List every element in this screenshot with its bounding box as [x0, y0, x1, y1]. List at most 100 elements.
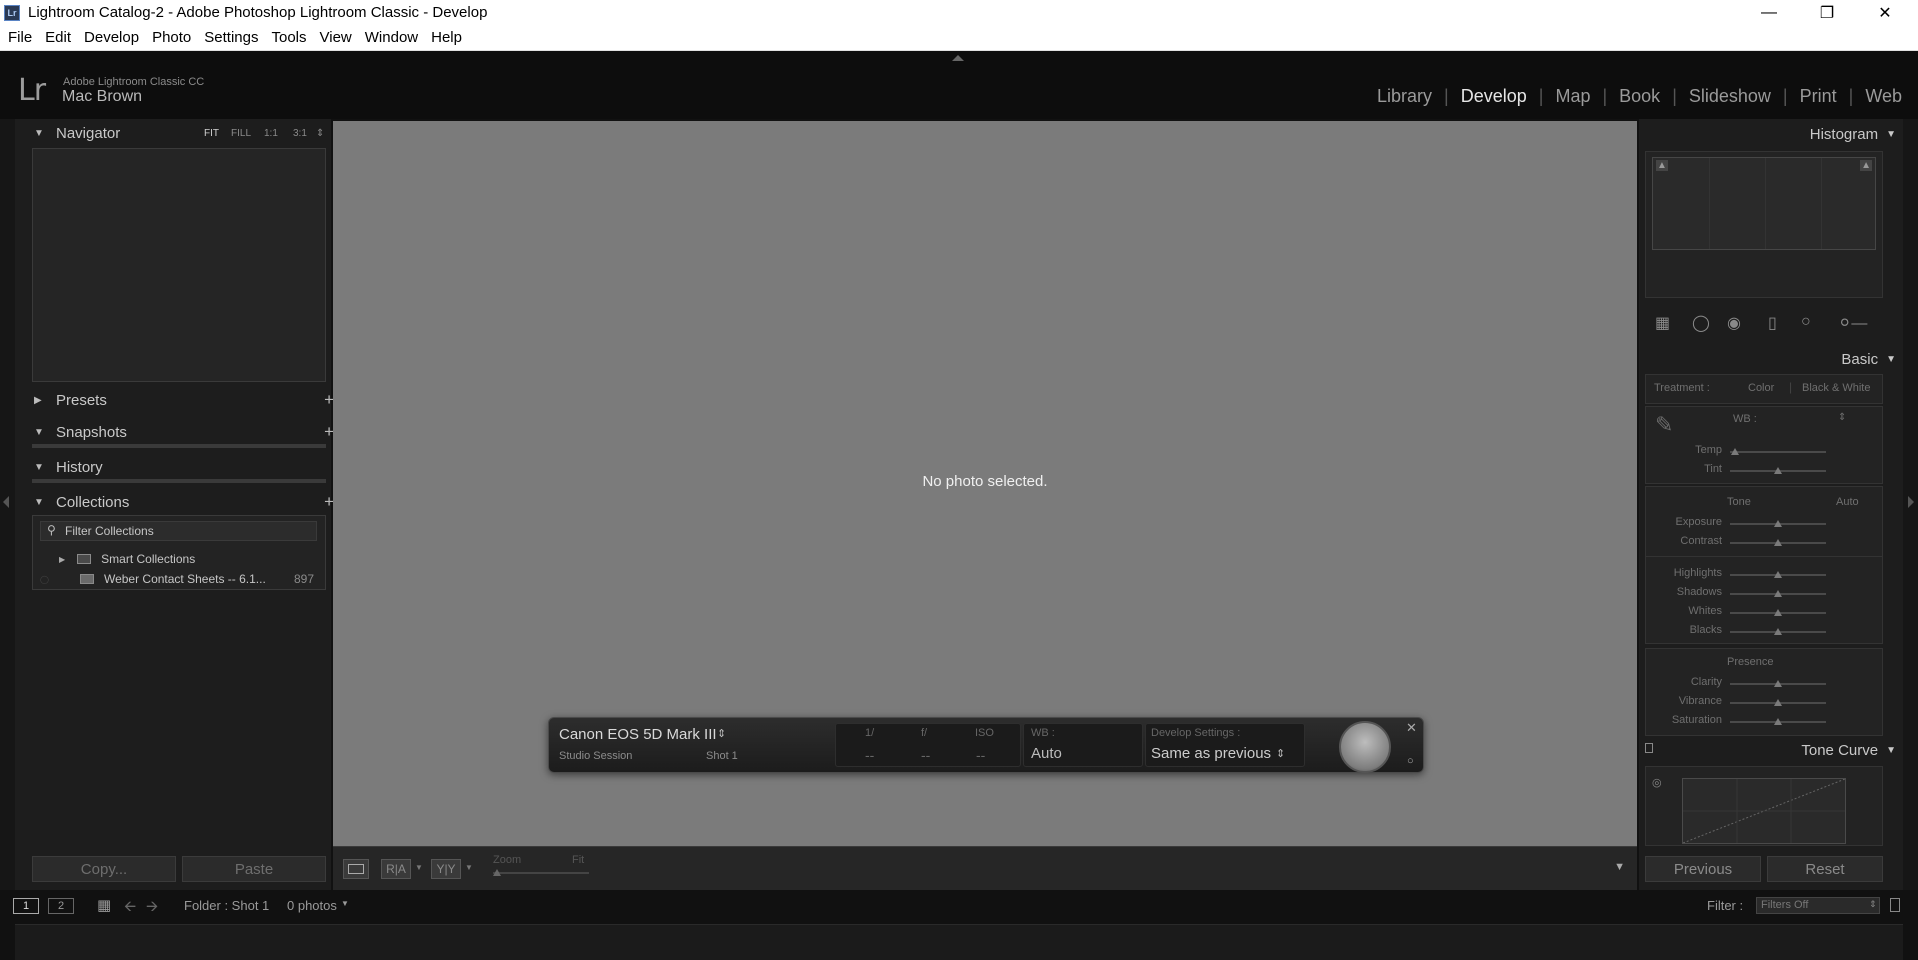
- reset-button[interactable]: Reset: [1767, 856, 1883, 882]
- chevron-down-icon[interactable]: ▼: [341, 899, 349, 908]
- zoom-fit[interactable]: FIT: [204, 128, 219, 139]
- contrast-slider[interactable]: [1730, 539, 1826, 546]
- close-tether-icon[interactable]: ✕: [1406, 720, 1417, 736]
- clarity-slider[interactable]: [1730, 680, 1826, 687]
- menu-photo[interactable]: Photo: [147, 29, 196, 46]
- snapshots-header[interactable]: ▼ Snapshots +: [34, 417, 342, 447]
- menu-view[interactable]: View: [315, 29, 357, 46]
- minimize-button[interactable]: —: [1740, 0, 1798, 25]
- temp-slider[interactable]: [1730, 448, 1826, 455]
- module-library[interactable]: Library: [1365, 86, 1444, 107]
- capture-shutter-button[interactable]: [1339, 721, 1391, 773]
- collections-header[interactable]: ▼ Collections +: [34, 487, 342, 517]
- module-slideshow[interactable]: Slideshow: [1677, 86, 1783, 107]
- forward-arrow-icon[interactable]: 🡪: [146, 896, 158, 921]
- saturation-slider[interactable]: [1730, 718, 1826, 725]
- left-collapse-arrow-icon[interactable]: [3, 496, 9, 508]
- tone-curve-header[interactable]: Tone Curve ▼: [1801, 742, 1896, 759]
- module-web[interactable]: Web: [1853, 86, 1902, 107]
- chevron-down-icon[interactable]: ▼: [465, 863, 473, 872]
- module-map[interactable]: Map: [1543, 86, 1602, 107]
- filter-select[interactable]: Filters Off: [1756, 897, 1880, 914]
- menu-develop[interactable]: Develop: [79, 29, 144, 46]
- contrast-label: Contrast: [1680, 535, 1722, 547]
- tint-slider[interactable]: [1730, 467, 1826, 474]
- shadows-slider[interactable]: [1730, 590, 1826, 597]
- menu-help[interactable]: Help: [426, 29, 467, 46]
- module-develop[interactable]: Develop: [1449, 86, 1539, 107]
- collection-row[interactable]: ◯ Weber Contact Sheets -- 6.1... 897: [40, 572, 314, 586]
- right-collapse-arrow-icon[interactable]: [1908, 496, 1914, 508]
- zoom-chevron-icon[interactable]: ⇕: [316, 128, 324, 139]
- treatment-color[interactable]: Color: [1748, 382, 1774, 394]
- restore-button[interactable]: ❐: [1798, 0, 1856, 25]
- tether-settings-icon[interactable]: ○: [1407, 755, 1414, 767]
- zoom-fill[interactable]: FILL: [231, 128, 251, 139]
- zoom-1-1[interactable]: 1:1: [264, 128, 278, 139]
- radial-filter-icon[interactable]: ○: [1801, 313, 1811, 331]
- collection-checkbox-icon[interactable]: ◯: [40, 575, 49, 584]
- filter-chevron-icon[interactable]: ⇕: [1869, 899, 1877, 910]
- before-after-yy-button[interactable]: Y|Y: [431, 859, 461, 879]
- tone-curve-graph[interactable]: [1682, 778, 1846, 844]
- module-print[interactable]: Print: [1788, 86, 1849, 107]
- vibrance-slider[interactable]: [1730, 699, 1826, 706]
- folder-source[interactable]: Folder : Shot 1: [184, 898, 269, 913]
- navigator-preview[interactable]: [32, 148, 326, 382]
- tone-auto-button[interactable]: Auto: [1836, 496, 1859, 508]
- close-window-button[interactable]: ✕: [1856, 0, 1914, 25]
- loupe-view-icon[interactable]: [343, 859, 369, 879]
- camera-select-chevron-icon[interactable]: ⇕: [717, 727, 726, 740]
- filter-collections-input[interactable]: ⚲ Filter Collections: [40, 521, 317, 541]
- menu-window[interactable]: Window: [360, 29, 423, 46]
- smart-collections-row[interactable]: ▶ Smart Collections: [59, 552, 195, 566]
- menu-tools[interactable]: Tools: [266, 29, 311, 46]
- module-book[interactable]: Book: [1607, 86, 1672, 107]
- develop-settings-value[interactable]: Same as previous: [1151, 745, 1271, 762]
- develop-settings-chevron-icon[interactable]: ⇕: [1276, 747, 1285, 760]
- history-header[interactable]: ▼ History: [34, 452, 342, 482]
- copy-button[interactable]: Copy...: [32, 856, 176, 882]
- filter-lock-icon[interactable]: [1890, 898, 1900, 912]
- shadow-clipping-icon[interactable]: ▲: [1656, 160, 1668, 171]
- whites-label: Whites: [1688, 605, 1722, 617]
- triangle-right-icon[interactable]: ▶: [59, 555, 65, 564]
- adjustment-brush-icon[interactable]: ⚪—: [1838, 313, 1867, 333]
- second-screen-button[interactable]: 2: [48, 898, 74, 914]
- collapse-top-arrow-icon[interactable]: [952, 55, 964, 61]
- paste-button[interactable]: Paste: [182, 856, 326, 882]
- toolbar-menu-chevron-icon[interactable]: ▼: [1614, 861, 1625, 873]
- menu-settings[interactable]: Settings: [199, 29, 263, 46]
- zoom-3-1[interactable]: 3:1: [293, 128, 307, 139]
- graduated-filter-icon[interactable]: ▯: [1768, 313, 1777, 333]
- menu-edit[interactable]: Edit: [40, 29, 76, 46]
- presets-header[interactable]: ▶ Presets +: [34, 385, 342, 415]
- before-after-ra-button[interactable]: R|A: [381, 859, 411, 879]
- previous-button[interactable]: Previous: [1645, 856, 1761, 882]
- spot-removal-icon[interactable]: ◯: [1692, 313, 1710, 333]
- wb-chevron-icon[interactable]: ⇕: [1838, 412, 1846, 423]
- history-title: History: [56, 458, 103, 476]
- main-screen-button[interactable]: 1: [13, 898, 39, 914]
- basic-header[interactable]: Basic ▼: [1841, 351, 1896, 368]
- grid-view-icon[interactable]: ▦: [97, 896, 111, 914]
- highlight-clipping-icon[interactable]: ▲: [1860, 160, 1872, 171]
- histogram-header[interactable]: Histogram ▼: [1810, 126, 1896, 143]
- wb-eyedropper-icon[interactable]: ✎: [1655, 412, 1673, 438]
- filmstrip[interactable]: [15, 924, 1903, 960]
- red-eye-icon[interactable]: ◉: [1727, 313, 1741, 333]
- zoom-slider[interactable]: [493, 869, 589, 876]
- menu-file[interactable]: File: [3, 29, 37, 46]
- treatment-bw[interactable]: Black & White: [1802, 382, 1870, 394]
- photo-count[interactable]: 0 photos: [287, 898, 337, 913]
- blacks-slider[interactable]: [1730, 628, 1826, 635]
- back-arrow-icon[interactable]: 🡨: [124, 896, 136, 921]
- exposure-slider[interactable]: [1730, 520, 1826, 527]
- camera-name[interactable]: Canon EOS 5D Mark III: [559, 726, 717, 743]
- highlights-slider[interactable]: [1730, 571, 1826, 578]
- curve-target-icon[interactable]: ◎: [1652, 776, 1662, 789]
- whites-slider[interactable]: [1730, 609, 1826, 616]
- chevron-down-icon[interactable]: ▼: [415, 863, 423, 872]
- panel-toggle-icon[interactable]: [1645, 743, 1653, 753]
- crop-overlay-icon[interactable]: ▦: [1655, 313, 1670, 333]
